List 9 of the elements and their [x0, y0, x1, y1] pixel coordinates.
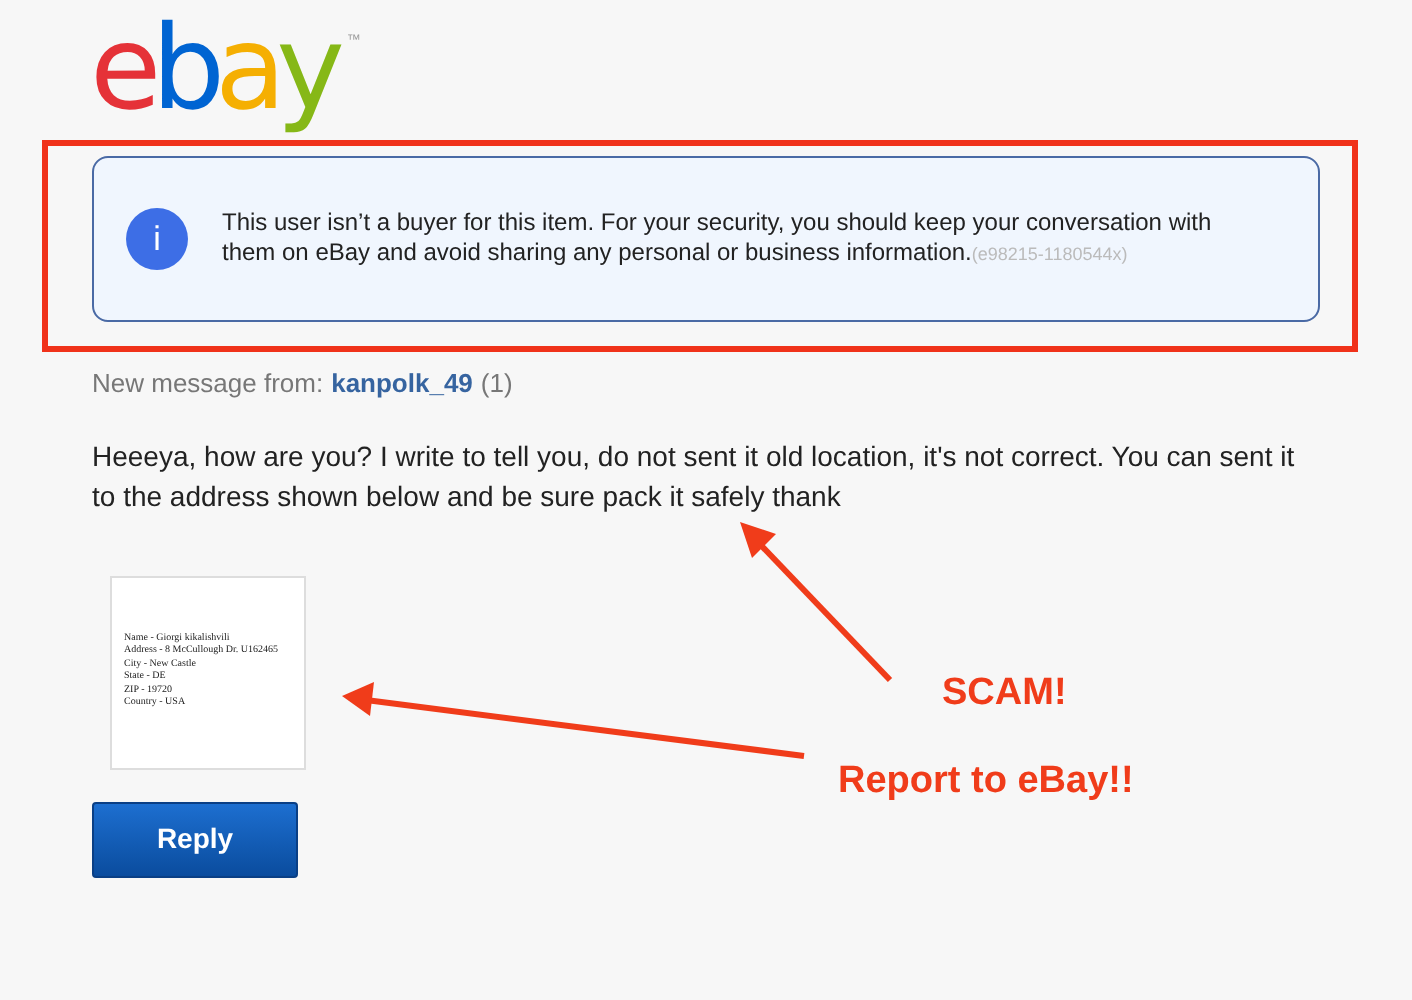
notice-text: This user isn’t a buyer for this item. For your security, you should keep your conversation with them on eBay and avoid sharing any personal or business information.(e98215-1180544x) — [222, 208, 1214, 270]
message-body: Heeeya, how are you? I write to tell you, do not sent it old location, it's not correct. You can sent it to the address shown below and be sure pack it safely thank — [90, 437, 1297, 515]
sender-link[interactable]: kanpolk_49 — [331, 364, 473, 403]
info-icon: i — [126, 208, 188, 270]
message-count: (1) — [480, 366, 513, 402]
annotation-text: Report to eBay!! — [838, 758, 1134, 806]
from-label: New message from: — [92, 366, 324, 402]
reply-button[interactable]: Reply — [92, 801, 298, 877]
annotation-text: SCAM! — [942, 670, 1067, 718]
